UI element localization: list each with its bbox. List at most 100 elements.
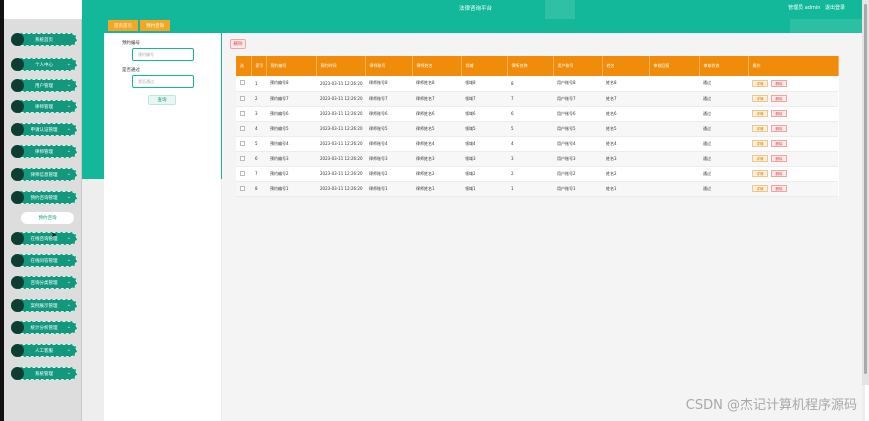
sidebar-menu-item[interactable]: 预约咨询管理 ⌄ [11,191,77,204]
sidebar-menu-item[interactable]: 律师管理 ⌄ [11,145,77,158]
table-row[interactable]: 8 预约编号1 2023-03-11 12:26:20 律师账号1 律师姓名1 领域1 1 用… [236,181,838,197]
table-row[interactable]: 1 预约编号8 2023-03-11 12:26:20 律师账号8 律师姓名8 领域8 8 用… [236,76,838,92]
sidebar-menu-item[interactable]: 在线咨询管理 ⌄ [11,232,77,245]
table-cell: 通过 [699,121,748,137]
row-checkbox[interactable] [240,95,245,101]
row-checkbox[interactable] [240,140,245,146]
table-cell [649,151,699,167]
sidebar-menu-label: 人工客服 [35,348,53,354]
table-cell: 律师账号5 [365,121,412,137]
search-button[interactable]: 查询 [148,95,176,105]
row-select-cell [236,76,251,92]
header-firm-name: 律所名称 [507,56,554,76]
sidebar-menu-label: 在线问答管理 [30,258,58,264]
delete-button[interactable]: 删除 [771,95,787,102]
chevron-down-icon: ⌄ [66,235,71,241]
delete-button[interactable]: 删除 [771,185,787,192]
sidebar-menu-label: 咨询分类管理 [30,280,58,286]
table-row[interactable]: 7 预约编号2 2023-03-11 12:26:20 律师账号2 律师姓名2 领域2 2 用… [236,166,838,182]
menu-bullet-icon [11,168,24,181]
sidebar-menu-item[interactable]: 个人中心 ⌄ [11,58,77,71]
table-cell: 用户账号4 [553,136,602,152]
detail-button[interactable]: 详情 [752,140,768,147]
header-lawyer-name: 律师姓名 [412,56,462,76]
order-no-input[interactable]: 预约编号 [132,48,194,61]
chevron-down-icon: ⌄ [66,347,71,353]
table-cell: 预约编号5 [266,121,316,137]
delete-button[interactable]: 删除 [771,125,787,132]
table-cell: 5 [251,136,266,152]
sidebar-menu-item[interactable]: 律师信息管理 ⌄ [11,168,77,181]
vertical-scrollbar[interactable] [862,0,869,385]
row-actions: 详情 删除 [748,166,838,182]
row-checkbox[interactable] [240,110,245,116]
row-checkbox[interactable] [240,80,245,86]
table-cell: 3 [251,106,266,122]
detail-button[interactable]: 详情 [752,170,768,177]
detail-button[interactable]: 详情 [752,110,768,117]
sidebar-menu-item[interactable]: 用户管理 ⌄ [11,79,77,92]
header-user-account: 用户账号 [553,56,603,76]
table-cell: 律师账号1 [365,181,412,197]
detail-button[interactable]: 详情 [752,95,768,102]
header-order-no: 预约编号 [266,56,317,76]
delete-button[interactable]: 删除 [771,79,787,87]
detail-button[interactable]: 详情 [752,125,768,132]
sidebar-menu-item[interactable]: 在线问答管理 ⌄ [11,254,77,267]
table-cell: 5 [507,121,553,137]
table-row[interactable]: 5 预约编号4 2023-03-11 12:26:20 律师账号4 律师姓名4 领域4 4 用… [236,136,838,152]
sidebar-subitem-appointment[interactable]: 预约咨询 [21,212,74,224]
table-cell: 通过 [699,91,748,107]
table-cell: 通过 [699,151,748,167]
status-select[interactable]: 是否通过 [132,75,194,88]
sidebar-menu-item[interactable]: 统计分析管理 ⌄ [11,321,77,334]
table-cell [649,121,699,137]
chevron-down-icon: ⌄ [66,324,71,330]
delete-button[interactable]: 删除 [771,140,787,147]
detail-button[interactable]: 详情 [752,155,768,162]
breadcrumb-home[interactable]: 首页首页 [108,20,138,31]
table-row[interactable]: 4 预约编号5 2023-03-11 12:26:20 律师账号5 律师姓名5 领域5 5 用… [236,121,838,137]
table-cell: 1 [251,76,266,92]
row-checkbox[interactable] [240,155,245,161]
row-checkbox[interactable] [240,185,245,191]
table-cell: 律师账号8 [365,76,412,92]
header-select[interactable]: 选 [236,56,252,76]
logout-link[interactable]: 退出登录 [825,5,845,11]
header-lawyer-account: 律师账号 [365,56,413,76]
delete-button[interactable]: 删除 [771,110,787,117]
menu-bullet-icon [11,58,24,71]
table-row[interactable]: 3 预约编号6 2023-03-11 12:26:20 律师账号6 律师姓名6 领域6 6 用… [236,106,838,122]
delete-button[interactable]: 删除 [771,155,787,162]
table-cell: 预约编号2 [266,166,316,182]
table-cell: 预约编号6 [266,106,316,122]
sidebar-menu-item[interactable]: 咨询分类管理 ⌄ [11,276,77,289]
detail-button[interactable]: 详情 [752,79,768,87]
order-no-label: 预约编号 [122,41,140,46]
sidebar-menu-label: 案例展示管理 [30,303,58,309]
menu-bullet-icon [11,254,24,267]
sidebar-menu-item[interactable]: 人工客服 ⌄ [11,344,77,357]
scrollbar-thumb[interactable] [864,4,867,374]
delete-button[interactable]: 删除 [771,170,787,177]
row-checkbox[interactable] [240,170,245,176]
sidebar-menu-item[interactable]: 系统管理 ⌄ [11,367,77,380]
table-cell: 领域8 [461,76,507,92]
breadcrumb-current[interactable]: 预约咨询 [140,20,170,31]
sidebar-menu-item[interactable]: 案例展示管理 ⌄ [11,299,77,312]
table-cell: 领域1 [461,181,507,197]
detail-button[interactable]: 详情 [752,185,768,192]
table-cell: 2023-03-11 12:26:20 [316,151,365,167]
table-row[interactable]: 6 预约编号3 2023-03-11 12:26:20 律师账号3 律师姓名3 领域3 3 用… [236,151,838,167]
sidebar-menu-item[interactable]: 律师管理 ⌄ [11,100,77,113]
user-area: 管理员 admin 退出登录 [785,4,845,11]
sidebar-menu-item[interactable]: 系统首页 [11,33,77,46]
row-checkbox[interactable] [240,125,245,131]
batch-delete-button[interactable]: 删除 [230,39,246,49]
table-header-row: 选 索引 预约编号 预约时间 律师账号 律师姓名 领域 律所名称 用户账号 姓名… [236,56,839,76]
sidebar-menu-item[interactable]: 申请认证管理 ⌄ [11,123,77,136]
header-field: 领域 [461,56,508,76]
table-cell: 2023-03-11 12:26:20 [316,76,365,92]
table-row[interactable]: 2 预约编号7 2023-03-11 12:26:20 律师账号7 律师姓名7 领域7 7 用… [236,91,838,107]
page-title: 法律咨询平台 [458,6,492,12]
